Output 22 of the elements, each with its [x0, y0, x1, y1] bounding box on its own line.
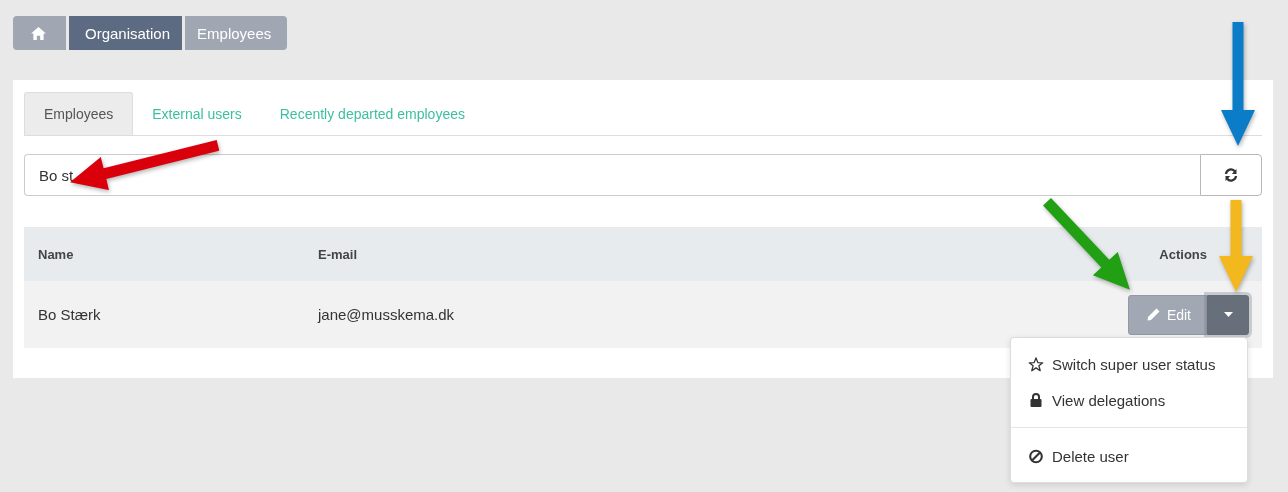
column-header: E-mail [318, 246, 358, 262]
table-cell-text: jane@musskema.dk [318, 306, 456, 323]
refresh-button[interactable] [1200, 154, 1262, 196]
search-field[interactable]: Bo st [24, 154, 1200, 196]
pencil-icon [1146, 308, 1160, 321]
lock-icon [1028, 393, 1044, 407]
tab[interactable]: Employees [24, 92, 134, 135]
caret-icon [1223, 312, 1233, 317]
table-cell-text: Bo Stærk [37, 306, 102, 323]
menu-item[interactable]: Switch super user status [1011, 346, 1247, 382]
dropdown-toggle[interactable] [1207, 294, 1249, 335]
refresh-icon [1224, 168, 1238, 182]
home-icon [31, 26, 46, 40]
ban-icon [1028, 448, 1044, 464]
column-header: Actions [1158, 246, 1208, 262]
star-icon [1028, 356, 1044, 372]
menu-item[interactable]: Delete user [1011, 438, 1247, 474]
breadcrumb-current: Employees [185, 16, 288, 50]
home-link[interactable] [13, 16, 66, 50]
column-header: Name [37, 246, 75, 262]
menu-item[interactable]: View delegations [1011, 382, 1247, 418]
breadcrumb-link[interactable]: Organisation [69, 16, 183, 50]
